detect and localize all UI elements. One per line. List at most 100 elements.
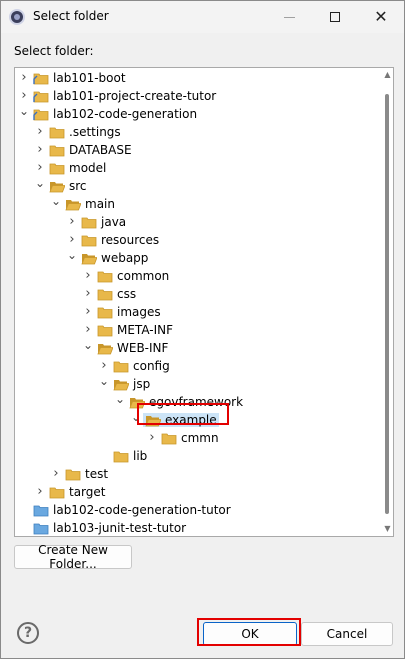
title-bar: Select folder ✕ (1, 1, 404, 33)
tree-item-label: main (85, 197, 115, 211)
chevron-right-icon[interactable]: › (35, 485, 45, 498)
chevron-right-icon[interactable]: › (99, 359, 109, 372)
vertical-scrollbar[interactable]: ▲ ▼ (381, 68, 393, 536)
close-button[interactable]: ✕ (358, 1, 404, 33)
tree-item-label: example (163, 413, 219, 427)
folder-icon (81, 233, 97, 247)
tree-item-label: resources (101, 233, 160, 247)
chevron-down-icon[interactable]: ⌄ (67, 249, 77, 261)
chevron-right-icon[interactable]: › (67, 233, 77, 246)
tree-item[interactable]: ⌄ lab102-code-generation (15, 105, 377, 123)
tree-item[interactable]: ⌄ jsp (15, 375, 377, 393)
folder-icon (113, 359, 129, 373)
chevron-right-icon[interactable]: › (83, 269, 93, 282)
tree-item[interactable]: › lab101-project-create-tutor (15, 87, 377, 105)
chevron-right-icon[interactable]: › (83, 305, 93, 318)
folder-icon (65, 467, 81, 481)
open-folder-icon (97, 341, 114, 355)
chevron-down-icon[interactable]: ⌄ (131, 411, 141, 423)
tree-item[interactable]: › java (15, 213, 377, 231)
folder-icon (49, 143, 65, 157)
tree-item-label: lab103-junit-test-tutor (53, 521, 187, 535)
tree-item-label: images (117, 305, 161, 319)
tree-item-label: lab102-code-generation-tutor (53, 503, 231, 517)
chevron-right-icon[interactable]: › (83, 323, 93, 336)
tree-item-label: test (85, 467, 109, 481)
tree-item-label: target (69, 485, 106, 499)
tree-item[interactable]: ⌄ src (15, 177, 377, 195)
open-folder-icon (65, 197, 82, 211)
tree-item-label: .settings (69, 125, 121, 139)
folder-icon (161, 431, 177, 445)
tree-item[interactable]: › DATABASE (15, 141, 377, 159)
tree-item[interactable]: › model (15, 159, 377, 177)
tree-item[interactable]: › images (15, 303, 377, 321)
scroll-down-icon[interactable]: ▼ (383, 524, 392, 533)
chevron-down-icon[interactable]: ⌄ (99, 375, 109, 387)
minimize-button[interactable] (266, 1, 312, 33)
tree-item-label: lib (133, 449, 148, 463)
tree-item-label: webapp (101, 251, 149, 265)
tree-item[interactable]: ⌄ WEB-INF (15, 339, 377, 357)
chevron-right-icon[interactable]: › (147, 431, 157, 444)
tree-item-label: css (117, 287, 137, 301)
chevron-right-icon[interactable]: › (51, 467, 61, 480)
tree-item[interactable]: ⌄ egovframework (15, 393, 377, 411)
tree-item[interactable]: › common (15, 267, 377, 285)
chevron-right-icon[interactable]: › (19, 71, 29, 84)
create-new-folder-button[interactable]: Create New Folder... (14, 543, 132, 571)
scroll-up-icon[interactable]: ▲ (383, 70, 392, 79)
ok-button[interactable]: OK (203, 622, 297, 646)
maximize-icon (330, 12, 340, 22)
tree-item[interactable]: › META-INF (15, 321, 377, 339)
chevron-right-icon[interactable]: › (83, 287, 93, 300)
chevron-right-icon[interactable]: › (35, 125, 45, 138)
tree-item[interactable]: › lab101-boot (15, 69, 377, 87)
tree-item[interactable]: › resources (15, 231, 377, 249)
scrollbar-thumb[interactable] (385, 94, 389, 514)
chevron-right-icon[interactable]: › (67, 215, 77, 228)
tree-item[interactable]: › test (15, 465, 377, 483)
chevron-right-icon[interactable]: › (19, 89, 29, 102)
chevron-right-icon[interactable]: › (35, 161, 45, 174)
cancel-button[interactable]: Cancel (301, 622, 393, 646)
open-folder-icon (129, 395, 146, 409)
project-folder-icon (33, 71, 49, 85)
tree-item[interactable]: lab102-code-generation-tutor (15, 501, 377, 519)
tree-item[interactable]: › target (15, 483, 377, 501)
tree-item[interactable]: › config (15, 357, 377, 375)
open-folder-icon (143, 413, 163, 427)
folder-icon (97, 287, 113, 301)
tree-item-label: META-INF (117, 323, 174, 337)
select-folder-dialog: Select folder ✕ Select folder: › lab101-b… (0, 0, 405, 659)
chevron-right-icon[interactable]: › (35, 143, 45, 156)
tree-item[interactable]: ⌄ example (15, 411, 377, 429)
tree-item[interactable]: ⌄ main (15, 195, 377, 213)
tree-item-label: model (69, 161, 107, 175)
help-icon[interactable]: ? (17, 622, 39, 644)
tree-item-label: common (117, 269, 170, 283)
tree-item-label: src (69, 179, 87, 193)
tree-item-label: config (133, 359, 170, 373)
folder-icon (97, 305, 113, 319)
tree-item-label: lab101-boot (53, 71, 126, 85)
folder-tree[interactable]: › lab101-boot › lab101-project-create-tutor… (14, 67, 394, 537)
tree-item[interactable]: lab103-junit-test-tutor (15, 519, 377, 536)
tree-item[interactable]: › cmmn (15, 429, 377, 447)
open-folder-icon (49, 179, 66, 193)
open-folder-icon (81, 251, 98, 265)
tree-item-label: lab102-code-generation (53, 107, 198, 121)
tree-item-label: jsp (133, 377, 151, 391)
tree-item[interactable]: ⌄ webapp (15, 249, 377, 267)
chevron-down-icon[interactable]: ⌄ (19, 105, 29, 117)
tree-item[interactable]: lib (15, 447, 377, 465)
chevron-down-icon[interactable]: ⌄ (83, 339, 93, 351)
folder-icon (97, 269, 113, 283)
tree-item[interactable]: › css (15, 285, 377, 303)
tree-item[interactable]: › .settings (15, 123, 377, 141)
chevron-down-icon[interactable]: ⌄ (115, 393, 125, 405)
chevron-down-icon[interactable]: ⌄ (51, 195, 61, 207)
chevron-down-icon[interactable]: ⌄ (35, 177, 45, 189)
maximize-button[interactable] (312, 1, 358, 33)
folder-icon (49, 161, 65, 175)
